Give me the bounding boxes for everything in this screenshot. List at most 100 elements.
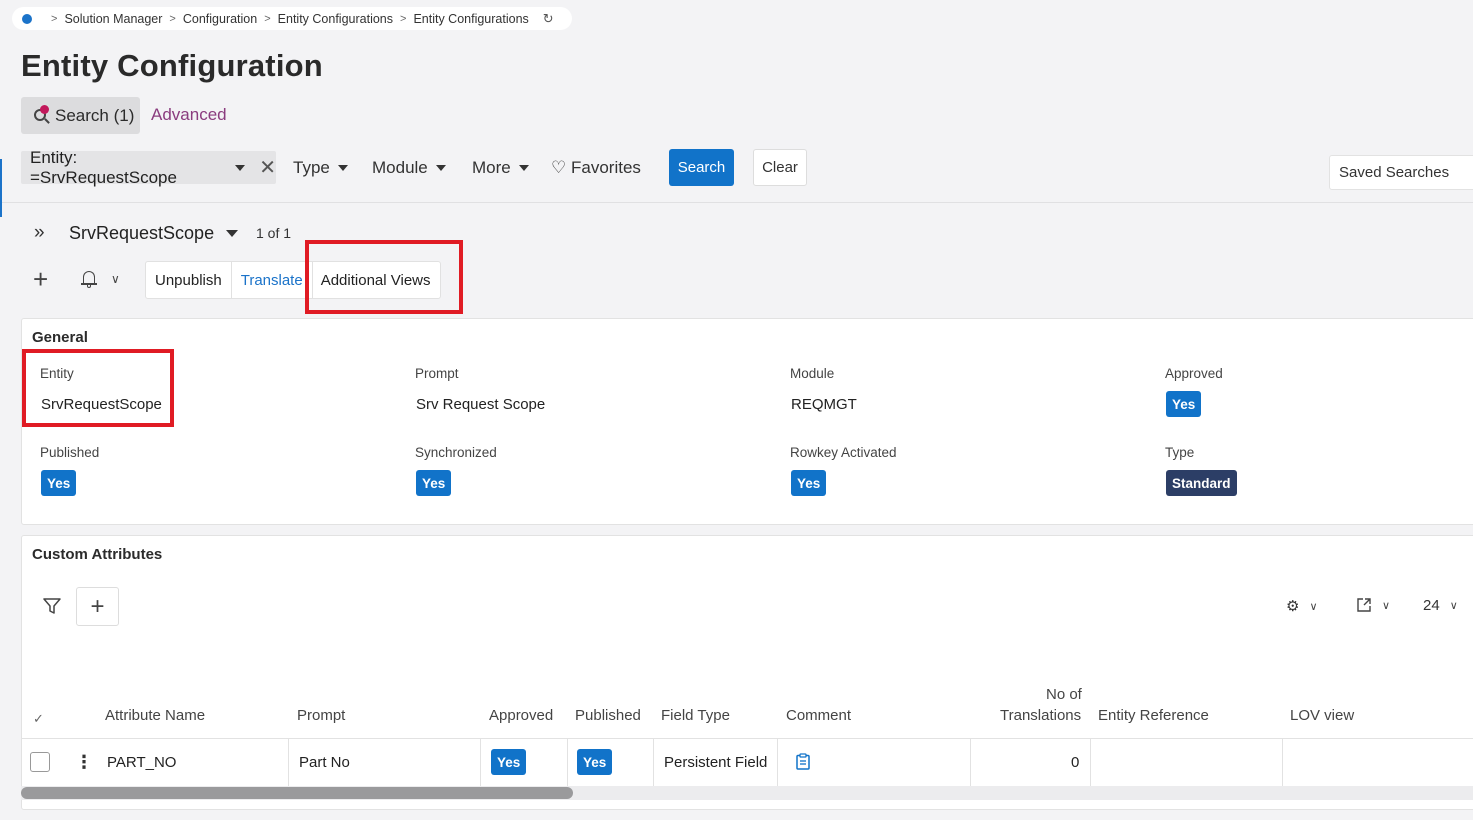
entity-filter-label: Entity: =SrvRequestScope xyxy=(30,147,177,187)
cell-divider xyxy=(567,738,568,786)
col-comment[interactable]: Comment xyxy=(786,707,851,724)
favorites-button[interactable]: ♡ Favorites xyxy=(551,158,641,178)
search-button[interactable]: Search xyxy=(669,149,734,186)
published-label: Published xyxy=(40,445,100,460)
cell-divider xyxy=(480,738,481,786)
col-field-type[interactable]: Field Type xyxy=(661,707,730,724)
cell-divider xyxy=(288,738,289,786)
col-no-of-translations-line1[interactable]: No of xyxy=(1046,686,1082,703)
type-filter-dropdown[interactable]: Type xyxy=(293,158,348,178)
rowkey-activated-label: Rowkey Activated xyxy=(790,445,897,460)
synchronized-badge: Yes xyxy=(416,470,452,496)
record-selector[interactable]: SrvRequestScope xyxy=(69,223,239,244)
chevron-right-icon: > xyxy=(400,12,407,25)
approved-label: Approved xyxy=(1165,366,1223,381)
expand-double-chevron-icon[interactable]: » xyxy=(34,222,45,244)
clear-button[interactable]: Clear xyxy=(753,149,807,186)
filter-icon[interactable] xyxy=(43,598,61,614)
search-icon xyxy=(33,104,51,125)
scrollbar-thumb[interactable] xyxy=(21,787,573,799)
select-all-check-icon[interactable]: ✓ xyxy=(33,711,44,727)
home-dot-icon[interactable] xyxy=(22,13,32,24)
page-size-value: 24 xyxy=(1423,597,1440,614)
chevron-right-icon: > xyxy=(264,12,271,25)
caret-down-icon[interactable] xyxy=(235,164,246,171)
breadcrumb-item-entity-configurations[interactable]: Entity Configurations xyxy=(278,12,393,26)
cell-attribute-name: PART_NO xyxy=(107,754,177,771)
breadcrumb-item-solution-manager[interactable]: Solution Manager xyxy=(64,12,162,26)
more-vertical-icon[interactable]: ⋮ xyxy=(75,753,93,771)
entity-filter-chip[interactable]: Entity: =SrvRequestScope ✕ xyxy=(21,148,276,187)
add-icon[interactable]: + xyxy=(33,266,48,292)
record-count: 1 of 1 xyxy=(256,225,292,241)
caret-down-icon xyxy=(226,230,239,237)
col-attribute-name[interactable]: Attribute Name xyxy=(105,707,205,724)
breadcrumb-item-current: Entity Configurations xyxy=(413,11,529,26)
type-label: Type xyxy=(1165,445,1195,460)
highlight-box-entity xyxy=(22,349,174,427)
chevron-right-icon: > xyxy=(169,12,176,25)
table-settings-button[interactable]: ⚙ ∨ xyxy=(1286,597,1318,615)
prompt-label: Prompt xyxy=(415,366,459,381)
close-icon[interactable]: ✕ xyxy=(259,158,276,178)
col-approved[interactable]: Approved xyxy=(489,707,553,724)
type-filter-label: Type xyxy=(293,158,330,177)
cell-divider xyxy=(653,738,654,786)
bell-icon[interactable] xyxy=(81,270,97,288)
unpublish-button[interactable]: Unpublish xyxy=(146,262,232,298)
col-no-of-translations-line2[interactable]: Translations xyxy=(1000,707,1081,724)
caret-down-icon xyxy=(435,165,446,171)
chevron-right-icon: > xyxy=(51,12,58,25)
translate-button[interactable]: Translate xyxy=(232,262,313,298)
favorites-label: Favorites xyxy=(570,158,641,177)
prompt-value: Srv Request Scope xyxy=(416,396,546,413)
general-card: General xyxy=(21,318,1473,525)
general-title: General xyxy=(32,329,88,346)
export-button[interactable]: ∨ xyxy=(1356,597,1390,613)
col-prompt[interactable]: Prompt xyxy=(297,707,345,724)
col-published[interactable]: Published xyxy=(575,707,641,724)
module-filter-label: Module xyxy=(372,158,428,177)
search-tab[interactable]: Search (1) xyxy=(21,97,140,134)
add-attribute-button[interactable]: + xyxy=(76,587,119,626)
caret-down-icon xyxy=(518,165,529,171)
approved-badge: Yes xyxy=(1166,391,1202,417)
cell-divider xyxy=(1282,738,1283,786)
module-filter-dropdown[interactable]: Module xyxy=(372,158,446,178)
module-label: Module xyxy=(790,366,835,381)
saved-searches-button[interactable]: Saved Searches xyxy=(1329,155,1473,190)
type-badge: Standard xyxy=(1166,470,1237,496)
published-badge: Yes xyxy=(41,470,77,496)
caret-down-icon xyxy=(337,165,348,171)
record-name: SrvRequestScope xyxy=(69,223,215,243)
page-title: Entity Configuration xyxy=(21,48,323,83)
clipboard-icon[interactable] xyxy=(796,753,810,770)
more-filter-dropdown[interactable]: More xyxy=(472,158,529,178)
breadcrumb: > Solution Manager > Configuration > Ent… xyxy=(12,7,572,30)
breadcrumb-item-configuration[interactable]: Configuration xyxy=(183,12,257,26)
gear-icon: ⚙ xyxy=(1286,598,1300,615)
accent-bar xyxy=(0,159,2,217)
cell-approved-badge: Yes xyxy=(491,749,527,775)
chevron-down-icon: ∨ xyxy=(1449,600,1458,612)
highlight-box-additional-views xyxy=(305,240,463,314)
active-filter-dot-icon xyxy=(40,104,49,114)
heart-icon: ♡ xyxy=(551,158,567,177)
page-size-selector[interactable]: 24 ∨ xyxy=(1423,597,1458,614)
cell-published-badge: Yes xyxy=(577,749,613,775)
cell-divider xyxy=(777,738,778,786)
rowkey-activated-badge: Yes xyxy=(791,470,827,496)
chevron-down-icon: ∨ xyxy=(1382,599,1391,612)
col-lov-view[interactable]: LOV view xyxy=(1290,707,1354,724)
more-filter-label: More xyxy=(472,158,511,177)
refresh-icon[interactable]: ↻ xyxy=(543,11,554,27)
row-checkbox[interactable] xyxy=(30,752,50,772)
export-icon xyxy=(1357,598,1371,612)
module-value: REQMGT xyxy=(791,396,857,413)
chevron-down-icon[interactable]: ∨ xyxy=(111,272,120,286)
cell-divider xyxy=(970,738,971,786)
custom-attributes-title: Custom Attributes xyxy=(32,546,163,563)
advanced-tab[interactable]: Advanced xyxy=(151,105,227,125)
col-entity-reference[interactable]: Entity Reference xyxy=(1098,707,1209,724)
filter-bar: Entity: =SrvRequestScope ✕ Type Module M… xyxy=(0,145,1473,217)
